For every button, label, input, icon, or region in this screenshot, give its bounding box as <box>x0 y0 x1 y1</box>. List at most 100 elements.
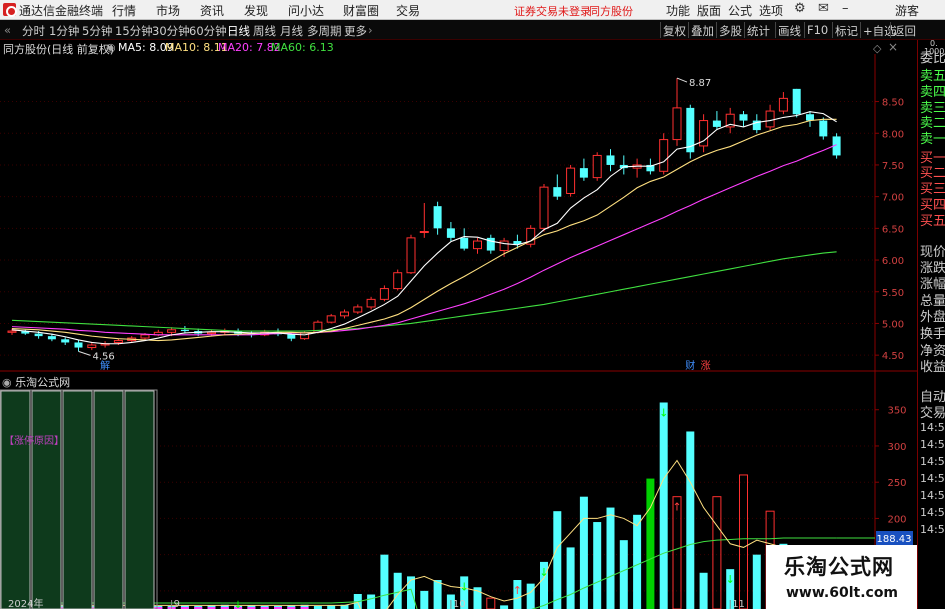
left-info-boxes <box>0 389 158 609</box>
candle-body <box>579 168 588 178</box>
candle-body <box>566 167 576 194</box>
tab-more[interactable]: 更多 <box>344 23 367 39</box>
indicator-y-tick-label: 250 <box>887 478 906 489</box>
tab-monthly[interactable]: 月线 <box>280 23 303 39</box>
tab-multi-period[interactable]: 多周期 <box>307 23 342 39</box>
indicator-bar <box>606 507 615 609</box>
auto-trade-label[interactable]: 交易 <box>920 402 945 421</box>
chart-canvas[interactable]: 4.50 5.00 5.50 6.00 6.50 7.00 7.50 8.00 8.50 8.8… <box>0 40 917 609</box>
sell-signal-arrow: ↑ <box>513 584 522 597</box>
watermark-url: www.60lt.com <box>786 585 899 601</box>
indicator-bar <box>553 511 562 609</box>
guest-label[interactable]: 游客 <box>895 2 919 19</box>
tab-weekly[interactable]: 周线 <box>253 23 276 39</box>
tab-daily[interactable]: 日线 <box>227 23 250 39</box>
watermark-title: 乐淘公式网 <box>784 555 894 579</box>
candle-body <box>539 186 549 229</box>
indicator-bar <box>579 496 588 609</box>
tab-15min[interactable]: 15分钟 <box>115 23 153 39</box>
kline-y-tick-label: 5.00 <box>882 319 904 330</box>
menu-bar: 通达信金融终端 行情 市场 资讯 发现 问小达 财富圈 交易 证券交易未登录 同… <box>0 0 945 20</box>
app-logo-icon <box>3 3 17 17</box>
tab-30min[interactable]: 30分钟 <box>152 23 190 39</box>
indicator-bar <box>380 554 389 609</box>
quote-label: 卖一 <box>920 132 945 147</box>
candle-body <box>34 333 43 337</box>
indicator-y-tick-label: 200 <box>887 514 906 525</box>
login-status[interactable]: 证券交易未登录 <box>514 3 591 19</box>
indicator-bar <box>433 580 442 609</box>
indicator-bar <box>407 576 415 609</box>
f10-button[interactable]: F10 <box>804 22 830 38</box>
sell-signal-arrow: ↑ <box>672 501 681 514</box>
tab-5min[interactable]: 5分钟 <box>82 23 112 39</box>
indicator-bar <box>566 547 575 609</box>
collapse-icon[interactable]: « <box>4 23 11 37</box>
menu-item-trade[interactable]: 交易 <box>396 2 420 19</box>
mail-icon[interactable]: ✉ <box>818 1 829 16</box>
indicator-bar <box>500 605 509 609</box>
trade-time: 14:56 <box>920 455 945 468</box>
event-marker: 解 <box>100 359 110 372</box>
ma20-line <box>11 144 837 336</box>
menu-item-market[interactable]: 市场 <box>156 2 180 19</box>
indicator-y-tick-label: 300 <box>887 442 906 453</box>
candle-body <box>87 344 97 349</box>
trade-time: 14:56 <box>920 438 945 451</box>
gear-icon[interactable]: ⚙ <box>794 1 806 16</box>
x-axis-label: 9 <box>174 599 180 609</box>
candle-body <box>379 288 389 300</box>
trade-time: 14:56 <box>920 489 945 502</box>
more-chevron-icon[interactable]: › <box>368 23 373 37</box>
overlay-button[interactable]: 叠加 <box>688 22 716 38</box>
left-info-panel <box>62 390 93 609</box>
quote-label: 买五 <box>920 214 945 229</box>
back-button[interactable]: 返回 <box>890 22 918 38</box>
settings-dot-icon[interactable]: ◉ <box>2 376 12 389</box>
menu-item-ask[interactable]: 问小达 <box>288 2 324 19</box>
candle-body <box>446 228 455 238</box>
draw-line-button[interactable]: 画线 <box>775 22 803 38</box>
candle-body <box>167 329 177 333</box>
indicator-bar <box>712 496 722 609</box>
candle-body <box>7 330 17 333</box>
candle-body <box>606 155 615 165</box>
high-pointer <box>676 77 688 83</box>
candle-body <box>739 114 748 121</box>
menu-item-discover[interactable]: 发现 <box>244 2 268 19</box>
adjust-button[interactable]: 复权 <box>660 22 688 38</box>
current-stock-name: 同方股份 <box>589 5 633 18</box>
candle-body <box>433 206 442 229</box>
menu-item-wealth[interactable]: 财富圈 <box>343 2 379 19</box>
multi-stock-button[interactable]: 多股 <box>716 22 744 38</box>
kline-y-tick-label: 7.50 <box>882 161 904 172</box>
menu-item-quotes[interactable]: 行情 <box>112 2 136 19</box>
candle-body <box>819 120 828 137</box>
tab-intraday[interactable]: 分时 <box>22 23 45 39</box>
minimize-icon[interactable]: – <box>842 1 849 16</box>
candle-body <box>765 110 775 128</box>
indicator-bar <box>739 474 748 609</box>
indicator-bar <box>699 572 708 609</box>
menu-item-options[interactable]: 选项 <box>759 2 783 19</box>
candle-body <box>553 187 562 197</box>
indicator-y-tick-label: 350 <box>887 406 906 417</box>
menu-item-formula[interactable]: 公式 <box>728 2 752 19</box>
trade-time: 14:56 <box>920 506 945 519</box>
buy-signal-arrow: ↓ <box>234 600 242 609</box>
candle-body <box>672 107 682 141</box>
menu-item-news[interactable]: 资讯 <box>200 2 224 19</box>
tab-1min[interactable]: 1分钟 <box>49 23 79 39</box>
stats-button[interactable]: 统计 <box>744 22 772 38</box>
menu-item-layout[interactable]: 版面 <box>697 2 721 19</box>
limit-up-reason-label[interactable]: 【涨停原因】 <box>4 432 64 447</box>
mark-button[interactable]: 标记 <box>832 22 860 38</box>
tab-60min[interactable]: 60分钟 <box>189 23 227 39</box>
indicator-bar <box>593 522 602 609</box>
menu-item-function[interactable]: 功能 <box>666 2 690 19</box>
candle-body <box>74 342 83 348</box>
candle-body <box>460 237 469 249</box>
candle-body <box>778 97 788 112</box>
buy-signal-arrow: ↓ <box>539 566 548 579</box>
candle-body <box>393 272 403 290</box>
